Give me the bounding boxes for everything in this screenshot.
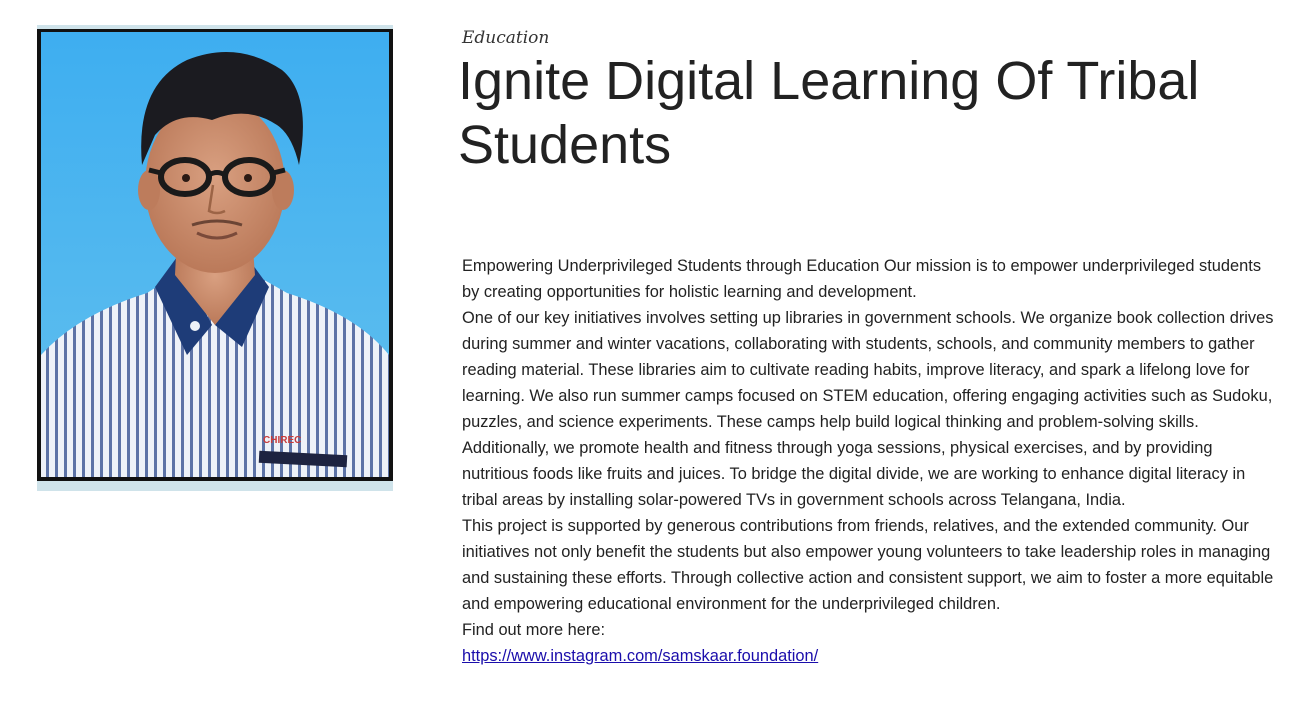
paragraph-libraries: One of our key initiatives involves sett…	[462, 309, 1274, 431]
post-category: Education	[462, 28, 550, 48]
paragraph-health: Additionally, we promote health and fitn…	[462, 439, 1246, 509]
post-body: Empowering Underprivileged Students thro…	[462, 253, 1277, 669]
post-content: Education Ignite Digital Learning Of Tri…	[458, 26, 1277, 665]
paragraph-mission: Empowering Underprivileged Students thro…	[462, 257, 1262, 301]
badge-text: CHIREC	[263, 435, 301, 446]
paragraph-support: This project is supported by generous co…	[462, 517, 1274, 613]
student-photo: CHIREC	[37, 25, 393, 491]
post-title: Ignite Digital Learning Of Tribal Studen…	[458, 51, 1200, 175]
paragraph-find-out: Find out more here:	[462, 621, 606, 639]
instagram-link[interactable]: https://www.instagram.com/samskaar.found…	[462, 647, 818, 665]
